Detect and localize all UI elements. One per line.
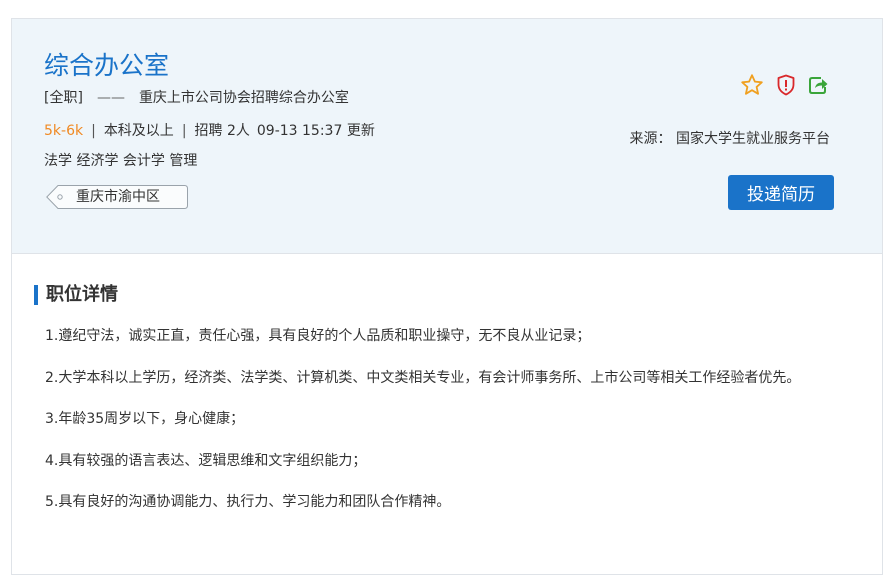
action-icons bbox=[740, 73, 830, 97]
subline-dash: —— bbox=[96, 90, 125, 106]
job-meta: 5k-6k | 本科及以上 | 招聘 2人 09-13 15:37 更新 bbox=[44, 122, 375, 140]
update-time: 09-13 15:37 更新 bbox=[256, 123, 375, 139]
list-item: 4.具有较强的语言表达、逻辑思维和文字组织能力； bbox=[45, 452, 367, 469]
list-item: 1.遵纪守法，诚实正直，责任心强，具有良好的个人品质和职业操守，无不良从业记录； bbox=[45, 328, 591, 344]
headcount: 招聘 2人 bbox=[194, 123, 250, 139]
location-text: 重庆市渝中区 bbox=[76, 189, 160, 205]
job-header: 综合办公室 [全职] —— 重庆上市公司协会招聘综合办公室 5k-6k | 本科及以上 |… bbox=[12, 19, 882, 254]
education: 本科及以上 bbox=[103, 123, 174, 139]
job-card: 综合办公室 [全职] —— 重庆上市公司协会招聘综合办公室 5k-6k | 本科及以上 |… bbox=[11, 18, 883, 575]
source: 来源： 国家大学生就业服务平台 bbox=[629, 131, 830, 147]
apply-button[interactable]: 投递简历 bbox=[728, 175, 834, 210]
job-duties: 1.遵纪守法，诚实正直，责任心强，具有良好的个人品质和职业操守，无不良从业记录；… bbox=[45, 327, 865, 535]
company-name[interactable]: 重庆上市公司协会招聘综合办公室 bbox=[139, 90, 349, 106]
job-subline: [全职] —— 重庆上市公司协会招聘综合办公室 bbox=[44, 89, 349, 107]
job-title[interactable]: 综合办公室 bbox=[44, 51, 169, 81]
heading-accent-bar bbox=[34, 285, 38, 305]
shield-alert-icon[interactable] bbox=[774, 73, 798, 97]
list-item: 5.具有良好的沟通协调能力、执行力、学习能力和团队合作精神。 bbox=[45, 494, 451, 510]
list-item: 2.大学本科以上学历，经济类、法学类、计算机类、中文类相关专业，有会计师事务所、… bbox=[45, 369, 801, 386]
list-item: 3.年龄35周岁以下，身心健康； bbox=[45, 411, 245, 427]
star-icon[interactable] bbox=[740, 73, 764, 97]
majors: 法学 经济学 会计学 管理 bbox=[44, 153, 198, 169]
location-tag: 重庆市渝中区 bbox=[46, 185, 188, 209]
share-icon[interactable] bbox=[806, 73, 830, 97]
section-heading-label: 职位详情 bbox=[46, 284, 118, 305]
meta-separator: | bbox=[91, 123, 96, 139]
salary: 5k-6k bbox=[44, 123, 84, 139]
job-type: [全职] bbox=[44, 90, 83, 106]
meta-separator: | bbox=[181, 123, 187, 139]
